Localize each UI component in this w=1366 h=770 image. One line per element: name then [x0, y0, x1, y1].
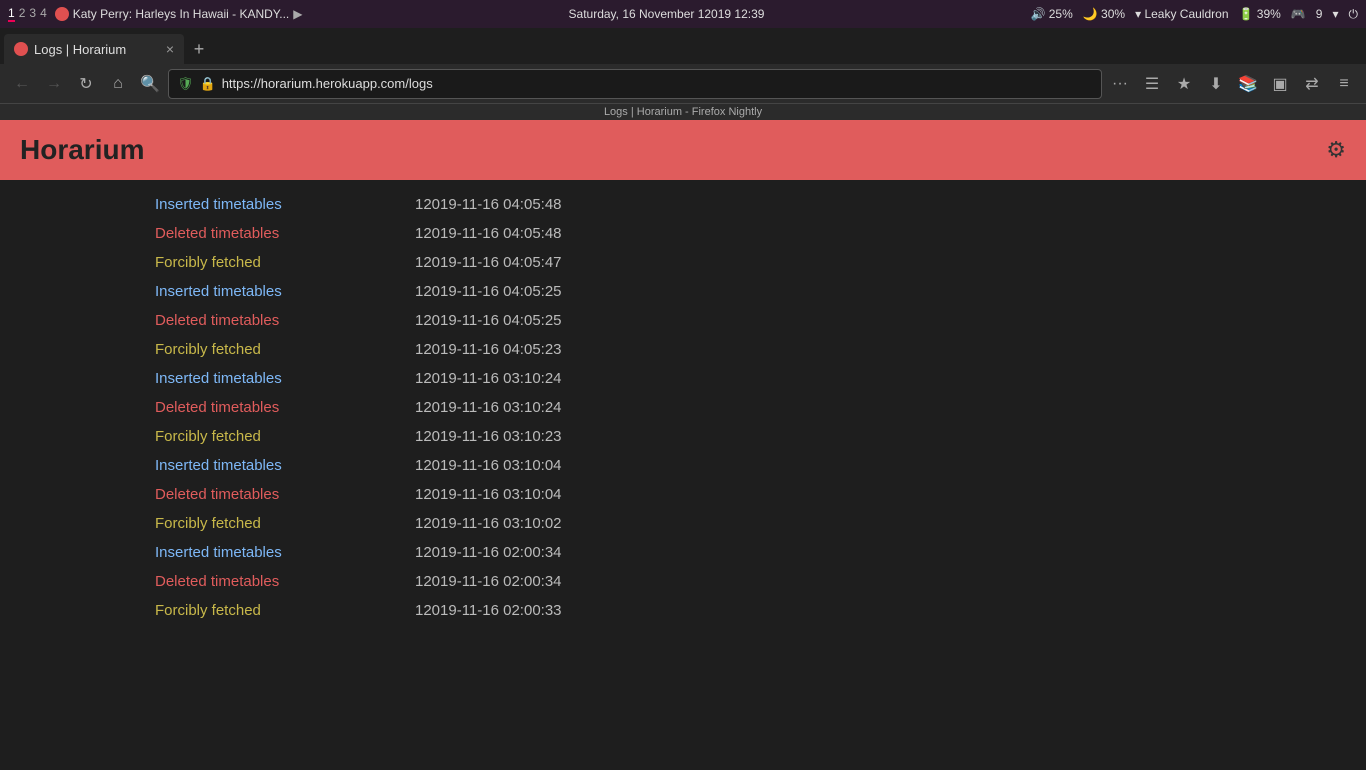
log-label-fetched: Forcibly fetched	[155, 341, 415, 358]
workspace-4[interactable]: 4	[40, 6, 47, 22]
lock-icon: 🔒	[200, 76, 216, 92]
log-label-inserted: Inserted timetables	[155, 544, 415, 561]
moon-indicator: 🌙 30%	[1083, 7, 1125, 21]
os-titlebar: 1 2 3 4 Katy Perry: Harleys In Hawaii - …	[0, 0, 1366, 28]
log-timestamp: 12019-11-16 04:05:48	[415, 196, 562, 213]
log-row: Forcibly fetched12019-11-16 03:10:23	[0, 422, 1366, 451]
address-bar[interactable]: 🛡 🔒 https://horarium.herokuapp.com/logs	[168, 69, 1102, 99]
tab-close-button[interactable]: ×	[166, 41, 174, 57]
log-timestamp: 12019-11-16 03:10:02	[415, 515, 562, 532]
media-title: Katy Perry: Harleys In Hawaii - KANDY...	[73, 7, 290, 21]
more-button[interactable]: ···	[1106, 70, 1134, 98]
log-row: Deleted timetables12019-11-16 04:05:25	[0, 306, 1366, 335]
log-timestamp: 12019-11-16 04:05:47	[415, 254, 562, 271]
log-row: Forcibly fetched12019-11-16 02:00:33	[0, 596, 1366, 625]
forward-button[interactable]: →	[40, 70, 68, 98]
media-favicon	[55, 7, 69, 21]
battery-indicator: 🔋 39%	[1239, 7, 1281, 21]
log-label-inserted: Inserted timetables	[155, 370, 415, 387]
log-row: Deleted timetables12019-11-16 02:00:34	[0, 567, 1366, 596]
log-row: Deleted timetables12019-11-16 03:10:24	[0, 393, 1366, 422]
log-row: Forcibly fetched12019-11-16 04:05:23	[0, 335, 1366, 364]
shield-icon: 🛡	[177, 76, 194, 92]
tab-favicon	[14, 42, 28, 56]
log-row: Forcibly fetched12019-11-16 04:05:47	[0, 248, 1366, 277]
log-timestamp: 12019-11-16 04:05:23	[415, 341, 562, 358]
log-label-deleted: Deleted timetables	[155, 486, 415, 503]
media-play-icon[interactable]: ▶	[293, 7, 302, 21]
log-timestamp: 12019-11-16 03:10:04	[415, 486, 562, 503]
settings-icon[interactable]: ⚙	[1326, 137, 1346, 163]
log-label-deleted: Deleted timetables	[155, 399, 415, 416]
log-row: Deleted timetables12019-11-16 03:10:04	[0, 480, 1366, 509]
pocket-button[interactable]: ☰	[1138, 70, 1166, 98]
log-row: Forcibly fetched12019-11-16 03:10:02	[0, 509, 1366, 538]
log-label-fetched: Forcibly fetched	[155, 602, 415, 619]
wifi-indicator: ▾ Leaky Cauldron	[1135, 7, 1228, 21]
log-timestamp: 12019-11-16 03:10:24	[415, 399, 562, 416]
library-button[interactable]: 📚	[1234, 70, 1262, 98]
home-button[interactable]: ⌂	[104, 70, 132, 98]
tab-title: Logs | Horarium	[34, 42, 160, 57]
log-timestamp: 12019-11-16 03:10:23	[415, 428, 562, 445]
star-button[interactable]: ★	[1170, 70, 1198, 98]
nav-bar: ← → ↻ ⌂ 🔍 🛡 🔒 https://horarium.herokuapp…	[0, 64, 1366, 104]
log-timestamp: 12019-11-16 03:10:04	[415, 457, 562, 474]
log-label-deleted: Deleted timetables	[155, 573, 415, 590]
log-row: Deleted timetables12019-11-16 04:05:48	[0, 219, 1366, 248]
log-label-deleted: Deleted timetables	[155, 312, 415, 329]
log-label-fetched: Forcibly fetched	[155, 254, 415, 271]
url-display: https://horarium.herokuapp.com/logs	[222, 76, 1093, 91]
log-timestamp: 12019-11-16 02:00:33	[415, 602, 562, 619]
log-timestamp: 12019-11-16 04:05:48	[415, 225, 562, 242]
workspace-switcher[interactable]: 1 2 3 4	[8, 6, 47, 22]
app-title: Horarium	[20, 134, 144, 166]
search-button[interactable]: 🔍	[136, 70, 164, 98]
log-row: Inserted timetables12019-11-16 02:00:34	[0, 538, 1366, 567]
browser-tab[interactable]: Logs | Horarium ×	[4, 34, 184, 64]
power-icon[interactable]: ⏻	[1348, 7, 1358, 22]
log-row: Inserted timetables12019-11-16 03:10:04	[0, 451, 1366, 480]
controller-icon: 🎮	[1291, 7, 1306, 21]
log-label-inserted: Inserted timetables	[155, 196, 415, 213]
log-content: Inserted timetables12019-11-16 04:05:48D…	[0, 180, 1366, 770]
os-system-tray: 🔊 25% 🌙 30% ▾ Leaky Cauldron 🔋 39% 🎮 9 ▾…	[1030, 7, 1358, 22]
log-row: Inserted timetables12019-11-16 04:05:48	[0, 190, 1366, 219]
os-datetime: Saturday, 16 November 12019 12:39	[569, 7, 765, 21]
sidebar-button[interactable]: ▣	[1266, 70, 1294, 98]
app-header: Horarium ⚙	[0, 120, 1366, 180]
log-timestamp: 12019-11-16 03:10:24	[415, 370, 562, 387]
log-row: Inserted timetables12019-11-16 03:10:24	[0, 364, 1366, 393]
sync-button[interactable]: ⇄	[1298, 70, 1326, 98]
new-tab-button[interactable]: +	[184, 34, 214, 64]
log-timestamp: 12019-11-16 04:05:25	[415, 312, 562, 329]
tray-arrow[interactable]: ▾	[1332, 7, 1338, 21]
back-button[interactable]: ←	[8, 70, 36, 98]
log-label-inserted: Inserted timetables	[155, 283, 415, 300]
log-label-fetched: Forcibly fetched	[155, 515, 415, 532]
log-label-fetched: Forcibly fetched	[155, 428, 415, 445]
menu-button[interactable]: ≡	[1330, 70, 1358, 98]
log-timestamp: 12019-11-16 02:00:34	[415, 573, 562, 590]
reload-button[interactable]: ↻	[72, 70, 100, 98]
os-titlebar-left: 1 2 3 4 Katy Perry: Harleys In Hawaii - …	[8, 6, 303, 22]
log-row: Inserted timetables12019-11-16 04:05:25	[0, 277, 1366, 306]
workspace-2[interactable]: 2	[19, 6, 26, 22]
workspace-3[interactable]: 3	[29, 6, 36, 22]
volume-indicator: 🔊 25%	[1030, 7, 1072, 21]
download-button[interactable]: ⬇	[1202, 70, 1230, 98]
page-title-bar: Logs | Horarium - Firefox Nightly	[0, 104, 1366, 120]
workspace-1[interactable]: 1	[8, 6, 15, 22]
tab-bar: Logs | Horarium × +	[0, 28, 1366, 64]
log-label-inserted: Inserted timetables	[155, 457, 415, 474]
notification-count: 9	[1316, 7, 1323, 21]
log-timestamp: 12019-11-16 04:05:25	[415, 283, 562, 300]
log-timestamp: 12019-11-16 02:00:34	[415, 544, 562, 561]
nav-actions: ··· ☰ ★ ⬇ 📚 ▣ ⇄ ≡	[1106, 70, 1358, 98]
media-info: Katy Perry: Harleys In Hawaii - KANDY...…	[55, 7, 303, 21]
log-label-deleted: Deleted timetables	[155, 225, 415, 242]
